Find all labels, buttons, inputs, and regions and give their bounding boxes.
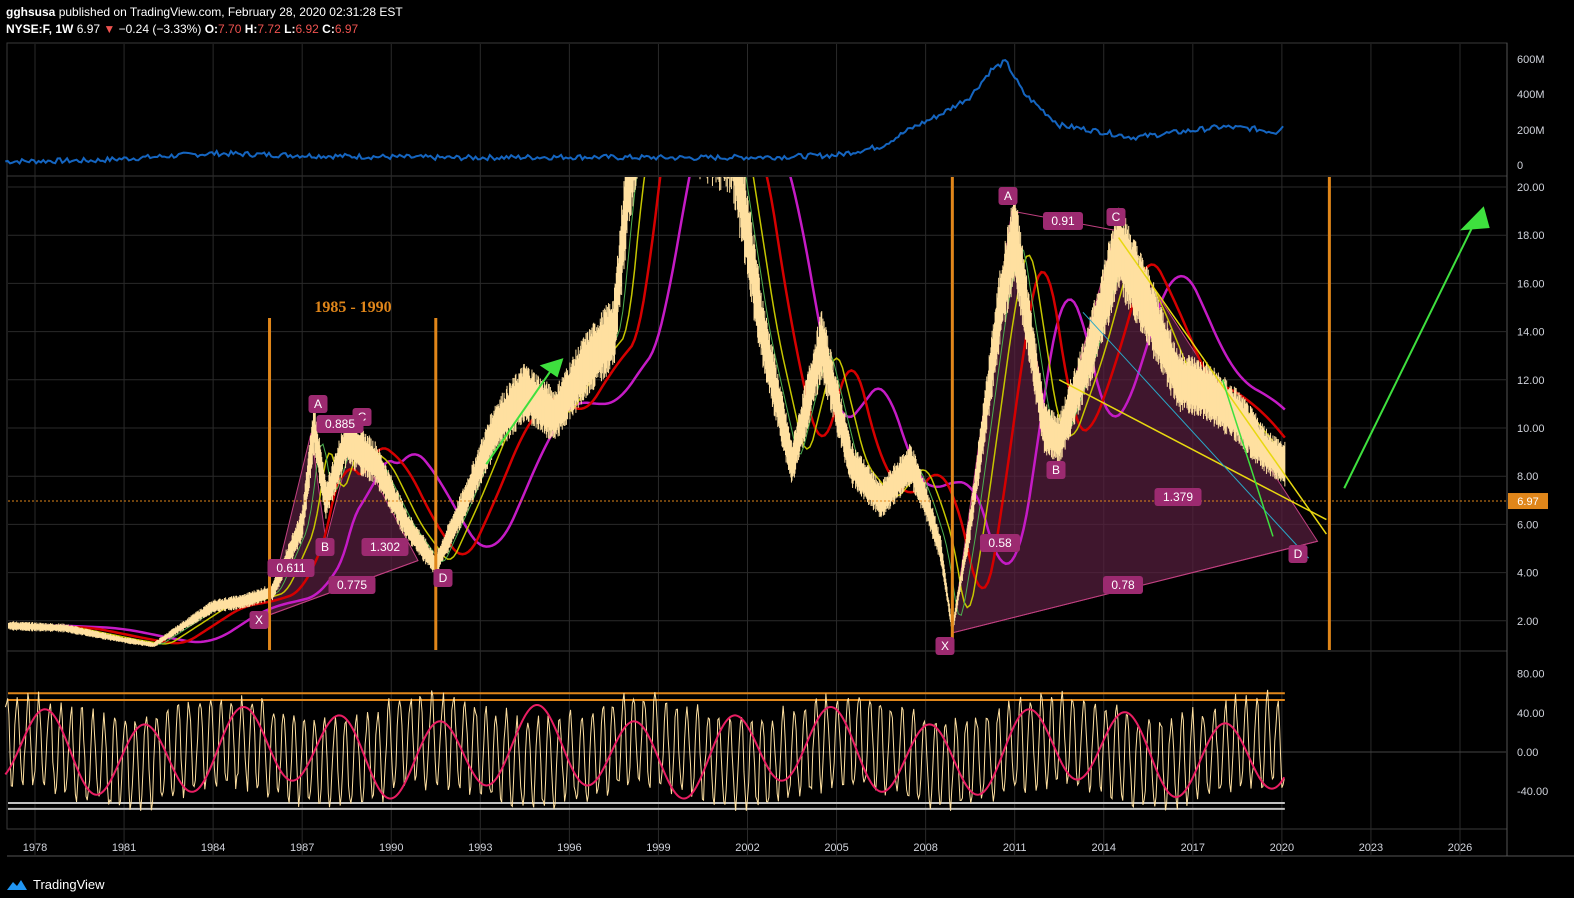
volume-tick-label: 600M (1517, 54, 1545, 66)
tradingview-logo-icon (7, 879, 27, 890)
pattern2-point-label: D (1294, 547, 1303, 561)
time-tick-label: 2023 (1359, 842, 1383, 854)
oscillator-tick-label: 80.00 (1517, 669, 1545, 681)
oscillator-tick-label: -40.00 (1517, 786, 1548, 798)
price-tick-label: 14.00 (1517, 327, 1545, 339)
pattern2-ratio-label: 0.78 (1111, 578, 1135, 592)
price-tick-label: 6.00 (1517, 519, 1538, 531)
pattern1-point-label: B (321, 540, 329, 554)
brand-name: TradingView (33, 877, 105, 892)
time-tick-label: 1981 (112, 842, 136, 854)
price-tick-label: 8.00 (1517, 471, 1538, 483)
chart-canvas[interactable]: 600M 400M 200M 0 20.00 18.00 16.00 14.00 12.00 10… (0, 0, 1574, 898)
pattern2-point-label: B (1052, 463, 1060, 477)
pattern1-point-label: A (314, 397, 322, 411)
time-tick-label: 1987 (290, 842, 314, 854)
oscillator-series (4, 689, 1506, 811)
price-tick-label: 20.00 (1517, 182, 1545, 194)
volume-tick-label: 400M (1517, 89, 1545, 101)
pattern2-ratio-label: 0.91 (1051, 214, 1075, 228)
time-tick-label: 2017 (1181, 842, 1205, 854)
pattern2-ratio-label: 0.58 (988, 536, 1012, 550)
price-tick-label: 10.00 (1517, 423, 1545, 435)
time-tick-label: 1990 (379, 842, 403, 854)
time-tick-label: 2011 (1003, 842, 1027, 854)
pattern1-point-label: D (439, 571, 448, 585)
period-label: 1985 - 1990 (314, 299, 391, 316)
time-tick-label: 1978 (23, 842, 47, 854)
volume-tick-label: 200M (1517, 125, 1545, 137)
time-tick-label: 2008 (913, 842, 937, 854)
price-tick-label: 18.00 (1517, 230, 1545, 242)
pattern1-ratio-label: 0.775 (337, 578, 367, 592)
time-tick-label: 1984 (201, 842, 225, 854)
tradingview-footer[interactable]: TradingView (6, 877, 105, 892)
harmonic-patterns[interactable] (265, 210, 1319, 634)
time-tick-label: 1993 (468, 842, 492, 854)
time-tick-label: 1999 (646, 842, 670, 854)
pattern1-ratio-label: 0.611 (276, 561, 305, 575)
oscillator-fast-line (4, 689, 1285, 811)
pattern1-ratio-label: 0.885 (325, 417, 355, 431)
pattern2-point-label: X (941, 639, 949, 653)
oscillator-tick-label: 0.00 (1517, 747, 1538, 759)
time-tick-label: 2014 (1092, 842, 1116, 854)
price-tick-label: 16.00 (1517, 278, 1545, 290)
last-price-badge-label: 6.97 (1517, 496, 1538, 508)
up-arrow-head-icon (539, 358, 564, 378)
price-tick-label: 2.00 (1517, 616, 1538, 628)
pattern2-point-label: A (1004, 189, 1012, 203)
volume-line (5, 59, 1284, 166)
forecast-arrow-head-icon (1460, 206, 1490, 231)
forecast-arrow-line (1343, 215, 1479, 489)
time-tick-label: 1996 (557, 842, 581, 854)
price-tick-label: 12.00 (1517, 375, 1545, 387)
volume-tick-label: 0 (1517, 160, 1523, 172)
oscillator-tick-label: 40.00 (1517, 708, 1545, 720)
pattern1-ratio-label: 1.302 (370, 540, 400, 554)
pattern2-ratio-label: 1.379 (1163, 490, 1193, 504)
volume-series (5, 59, 1284, 166)
time-tick-label: 2020 (1270, 842, 1294, 854)
time-tick-label: 2026 (1448, 842, 1472, 854)
pattern1-point-label: X (255, 613, 263, 627)
pattern2-point-label: C (1112, 210, 1121, 224)
time-tick-label: 2002 (735, 842, 759, 854)
price-tick-label: 4.00 (1517, 568, 1538, 580)
time-tick-label: 2005 (824, 842, 848, 854)
